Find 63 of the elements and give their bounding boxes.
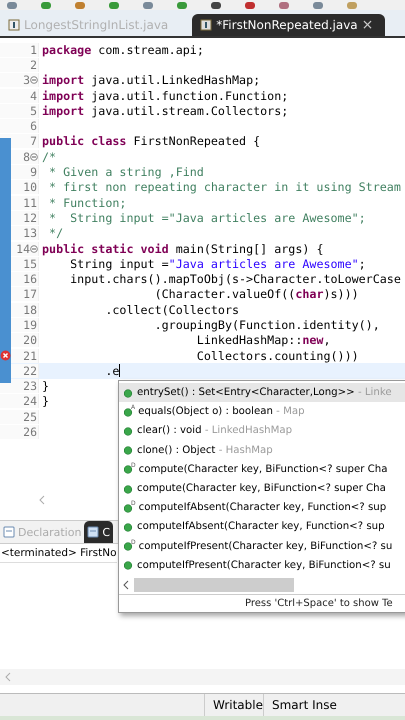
line-number: 8 [23,150,31,164]
line-number: 6 [30,119,38,134]
code-line: Collectors.counting())) [196,348,359,363]
code-line: * Function; [48,196,126,210]
code-line: (Character.valueOf((char)s))) [154,287,359,302]
completion-item[interactable]: compute(Character key, BiFunction<? super Cha [119,478,405,498]
code-line: * String input ="Java articles are Awesome"; [48,210,366,225]
code-line: } [41,394,50,408]
code-line: input.chars().mapToObj(s->Character.toLowerCase [69,272,401,286]
line-number: 11 [23,196,38,210]
code-line: * Given a string ,Find [48,165,204,180]
completion-item[interactable]: computeIfPresent(Character key, BiFunction<? su [119,556,405,575]
code-line: .e [104,364,120,378]
completion-item[interactable]: $^{D}$ computeIfPresent(Character key, BiFunction<? su [119,536,405,556]
code-line: public class FirstNonRepeated { [41,134,260,148]
code-line: import java.util.LinkedHashMap; [41,73,260,88]
line-number: 12 [23,210,38,225]
code-line: } [41,379,50,394]
code-line: package com.stream.api; [41,42,204,57]
line-number: 9 [30,165,38,180]
code-line: .groupingBy(Function.identity(), [154,318,380,332]
completion-item[interactable]: computeIfAbsent(Character key, Function<? sup [119,517,405,536]
console-status: <terminated> FirstNo [0,544,117,563]
completion-item[interactable]: clone() : Object - HashMap [119,440,405,460]
completion-item[interactable]: $^{A}$ equals(Object o) : boolean - Map [119,402,405,422]
line-number: 16 [23,272,38,286]
line-number: 25 [23,410,38,424]
line-number: 23 [23,379,38,394]
editor-tab[interactable]: *FirstNonRepeated.java × [192,14,386,36]
completion-item[interactable]: $^{D}$ compute(Character key, BiFunction<? super Cha [119,460,405,479]
line-number: 17 [23,287,38,302]
completion-item[interactable]: clear() : void - LinkedHashMap [119,421,405,441]
line-number: 3 [23,73,31,88]
code-line: LinkedHashMap::new, [196,333,331,348]
line-number: 2 [30,58,38,72]
line-number: 7 [30,134,38,148]
completion-item[interactable]: entrySet() : Set<Entry<Character,Long>> - Linke [119,383,405,402]
line-number: 22 [23,364,38,378]
code-line: String input ="Java articles are Awesome"; [69,256,366,271]
line-number: 24 [23,394,38,408]
line-number: 20 [23,333,38,348]
code-line: */ [48,226,64,240]
line-number: 10 [23,180,38,194]
line-number: 1 [30,42,38,57]
code-line: import java.util.function.Function; [41,88,288,103]
line-number: 18 [23,302,38,317]
line-number: 26 [23,425,38,440]
line-number: 13 [23,226,38,240]
view-tab[interactable]: C [84,521,114,543]
line-number: 15 [23,256,38,271]
completion-item[interactable]: $^{D}$ computeIfAbsent(Character key, Function<? sup [119,498,405,518]
line-number: 21 [23,348,38,363]
code-line: * first non repeating character in it using Stream [48,180,401,194]
close-button[interactable]: × [362,17,374,33]
popup-hint: Press 'Ctrl+Space' to show Te [119,594,405,612]
code-line: import java.util.stream.Collectors; [41,104,288,118]
line-number: 14 [16,242,31,256]
code-line: /* [41,150,56,164]
line-number: 4 [30,88,38,103]
line-number: 19 [23,318,38,332]
code-line: .collect(Collectors [104,302,240,317]
line-number: 5 [30,104,38,118]
code-line: public static void main(String[] args) { [41,242,324,256]
